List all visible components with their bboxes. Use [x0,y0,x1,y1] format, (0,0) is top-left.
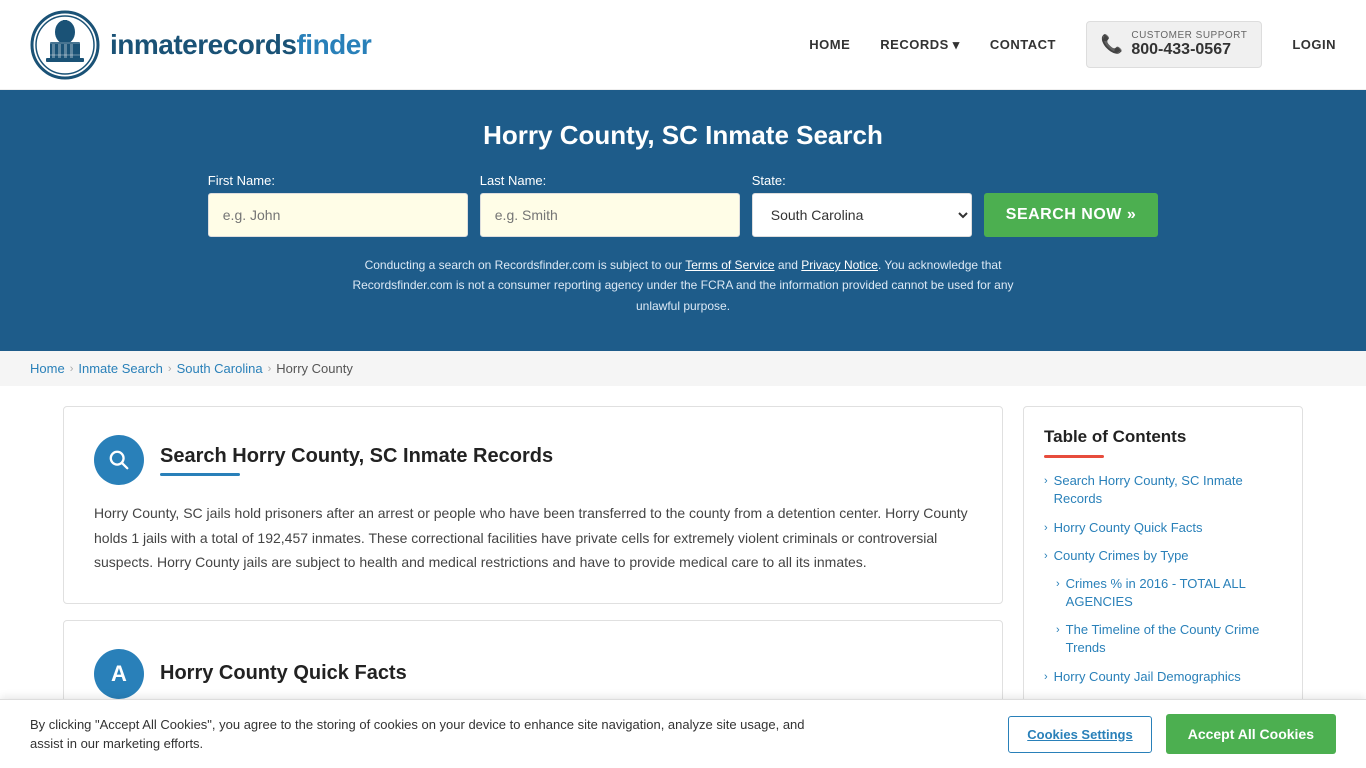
toc-chevron-3: › [1044,549,1048,564]
first-name-input[interactable] [208,193,468,237]
accept-cookies-button[interactable]: Accept All Cookies [1166,714,1336,754]
breadcrumb-home[interactable]: Home [30,361,65,376]
logo-icon [30,10,100,80]
quick-facts-icon-letter: A [111,661,127,687]
toc-item-1: › Search Horry County, SC Inmate Records [1044,472,1282,508]
terms-link[interactable]: Terms of Service [685,258,774,272]
main-content: Search Horry County, SC Inmate Records H… [43,406,1323,744]
logo-text: inmaterecordsfinder [110,29,371,61]
toc-item-2: › Horry County Quick Facts [1044,519,1282,537]
section1-body: Horry County, SC jails hold prisoners af… [94,501,972,575]
chevron-down-icon: ▾ [953,37,960,53]
section-inmate-records: Search Horry County, SC Inmate Records H… [63,406,1003,604]
search-svg-icon [108,449,130,471]
last-name-group: Last Name: [480,173,740,237]
section2-title: Horry County Quick Facts [160,662,407,685]
search-button[interactable]: SEARCH NOW » [984,193,1158,237]
hero-disclaimer: Conducting a search on Recordsfinder.com… [333,255,1033,316]
section1-title-wrap: Search Horry County, SC Inmate Records [160,445,553,476]
toc-chevron-6: › [1044,670,1048,685]
site-header: inmaterecordsfinder HOME RECORDS ▾ CONTA… [0,0,1366,90]
toc-item-6: › Horry County Jail Demographics [1044,668,1282,686]
nav-home[interactable]: HOME [809,37,850,52]
first-name-group: First Name: [208,173,468,237]
nav-contact[interactable]: CONTACT [990,37,1056,52]
login-button[interactable]: LOGIN [1292,37,1336,52]
toc-box: Table of Contents › Search Horry County,… [1023,406,1303,717]
toc-link-3[interactable]: County Crimes by Type [1054,547,1189,565]
breadcrumb-south-carolina[interactable]: South Carolina [177,361,263,376]
search-icon-circle [94,435,144,485]
breadcrumb-sep-2: › [168,363,172,375]
toc-link-4[interactable]: Crimes % in 2016 - TOTAL ALL AGENCIES [1066,575,1282,611]
breadcrumb-inmate-search[interactable]: Inmate Search [78,361,163,376]
first-name-label: First Name: [208,173,275,188]
toc-link-5[interactable]: The Timeline of the County Crime Trends [1066,621,1282,657]
toc-link-6[interactable]: Horry County Jail Demographics [1054,668,1241,686]
toc-chevron-2: › [1044,521,1048,536]
breadcrumb-sep-1: › [70,363,74,375]
last-name-label: Last Name: [480,173,546,188]
section1-underline [160,473,240,476]
right-column: Table of Contents › Search Horry County,… [1023,406,1303,744]
toc-title: Table of Contents [1044,427,1282,447]
state-group: State: South Carolina Alabama Alaska [752,173,972,237]
toc-underline [1044,455,1104,458]
logo-area: inmaterecordsfinder [30,10,371,80]
toc-link-2[interactable]: Horry County Quick Facts [1054,519,1203,537]
phone-number: 800-433-0567 [1131,41,1247,59]
toc-chevron-1: › [1044,474,1048,489]
toc-chevron-4: › [1056,577,1060,592]
cookies-settings-button[interactable]: Cookies Settings [1008,716,1151,753]
state-select[interactable]: South Carolina Alabama Alaska [752,193,972,237]
last-name-input[interactable] [480,193,740,237]
cookie-text: By clicking "Accept All Cookies", you ag… [30,715,830,754]
cookie-actions: Cookies Settings Accept All Cookies [1008,714,1336,754]
phone-icon: 📞 [1101,34,1123,55]
support-text: CUSTOMER SUPPORT [1131,30,1247,41]
toc-item-4: › Crimes % in 2016 - TOTAL ALL AGENCIES [1044,575,1282,611]
toc-item-5: › The Timeline of the County Crime Trend… [1044,621,1282,657]
toc-chevron-5: › [1056,623,1060,638]
breadcrumb: Home › Inmate Search › South Carolina › … [0,351,1366,386]
customer-support-box[interactable]: 📞 CUSTOMER SUPPORT 800-433-0567 [1086,21,1262,68]
nav-records-label: RECORDS [880,37,949,52]
section2-header: A Horry County Quick Facts [94,649,972,699]
hero-section: Horry County, SC Inmate Search First Nam… [0,90,1366,351]
privacy-link[interactable]: Privacy Notice [801,258,878,272]
toc-item-3: › County Crimes by Type [1044,547,1282,565]
state-label: State: [752,173,786,188]
hero-title: Horry County, SC Inmate Search [20,120,1346,151]
cookie-banner: By clicking "Accept All Cookies", you ag… [0,699,1366,768]
nav-records[interactable]: RECORDS ▾ [880,37,960,53]
section1-title: Search Horry County, SC Inmate Records [160,445,553,468]
logo-suffix: finder [296,29,371,60]
breadcrumb-current: Horry County [276,361,353,376]
section1-header: Search Horry County, SC Inmate Records [94,435,972,485]
search-form: First Name: Last Name: State: South Caro… [20,173,1346,237]
toc-list: › Search Horry County, SC Inmate Records… [1044,472,1282,686]
quick-facts-icon-circle: A [94,649,144,699]
toc-link-1[interactable]: Search Horry County, SC Inmate Records [1054,472,1282,508]
breadcrumb-sep-3: › [268,363,272,375]
main-nav: HOME RECORDS ▾ CONTACT 📞 CUSTOMER SUPPOR… [809,21,1336,68]
logo-prefix: inmaterecords [110,29,296,60]
left-column: Search Horry County, SC Inmate Records H… [63,406,1003,744]
